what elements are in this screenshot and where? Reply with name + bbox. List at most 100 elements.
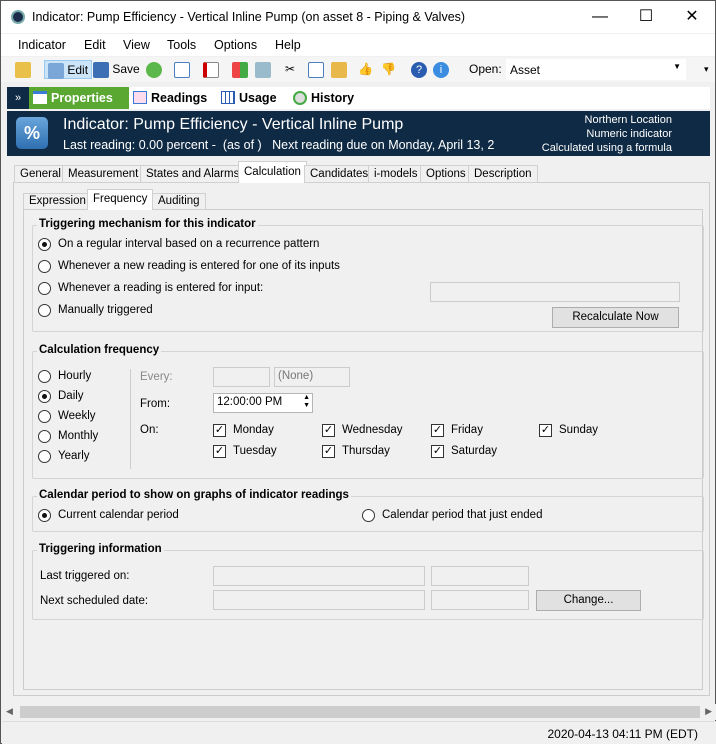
radio-hourly[interactable] [38,370,51,383]
menu-help[interactable]: Help [275,38,301,52]
refresh-icon[interactable] [146,60,162,79]
menu-options[interactable]: Options [214,38,257,52]
subtab-auditing[interactable]: Auditing [152,193,206,210]
radio-daily[interactable] [38,390,51,403]
last-triggered-date[interactable] [213,566,425,586]
label-saturday: Saturday [451,445,498,457]
subtab-frequency[interactable]: Frequency [87,189,154,210]
label-ended-period: Calendar period that just ended [382,509,543,521]
open-folder-icon[interactable] [15,60,31,79]
paste-icon[interactable] [331,60,347,79]
nav-readings[interactable]: Readings [129,87,207,109]
nav-properties[interactable]: Properties [29,87,129,109]
radio-yearly[interactable] [38,450,51,463]
nav-history[interactable]: History [289,87,354,109]
tab-calculation[interactable]: Calculation [238,161,307,183]
nav-usage[interactable]: Usage [217,87,277,109]
menu-bar: Indicator Edit View Tools Options Help [1,34,715,56]
radio-weekly[interactable] [38,410,51,423]
open-label: Open: [469,62,502,76]
window-title: Indicator: Pump Efficiency - Vertical In… [32,10,466,24]
windows-icon[interactable] [232,60,248,79]
link-icon[interactable] [255,60,271,79]
label-monday: Monday [233,424,274,436]
frequency-group: Calculation frequency [32,344,704,479]
copy2-icon[interactable] [308,60,324,79]
tab-measurement[interactable]: Measurement [62,165,145,183]
radio-ended-period[interactable] [362,509,375,522]
divider [130,369,131,469]
horizontal-scrollbar[interactable]: ◀ ▶ [2,704,716,720]
save-icon [93,61,109,78]
check-saturday[interactable]: ✓ [431,445,444,458]
maximize-button[interactable]: ☐ [623,1,669,33]
tab-candidates[interactable]: Candidates [304,165,375,183]
thumbs-up-icon[interactable]: 👍 [358,60,373,79]
title-bar: Indicator: Pump Efficiency - Vertical In… [1,1,715,33]
from-time-field[interactable]: 12:00:00 PM ▲ ▼ [213,393,313,413]
label-sunday: Sunday [559,424,599,436]
menu-view[interactable]: View [123,38,150,52]
menu-edit[interactable]: Edit [84,38,106,52]
check-wednesday[interactable]: ✓ [322,424,335,437]
info-icon[interactable]: i [433,60,449,79]
frequency-title: Calculation frequency [37,344,162,356]
copy-icon[interactable] [174,60,190,79]
label-input: Whenever a reading is entered for input: [58,282,264,294]
radio-new-reading[interactable] [38,260,51,273]
check-sunday[interactable]: ✓ [539,424,552,437]
label-monthly: Monthly [58,430,99,442]
input-select-field[interactable] [430,282,680,302]
menu-indicator[interactable]: Indicator [18,38,66,52]
edit-button[interactable]: Edit [44,60,93,79]
tab-general[interactable]: General [14,165,67,183]
scroll-thumb[interactable] [20,706,700,718]
recalculate-now-button[interactable]: Recalculate Now [552,307,679,328]
close-button[interactable]: ✕ [669,1,715,33]
spinner-icon[interactable]: ▲ ▼ [303,394,310,410]
change-button[interactable]: Change... [536,590,641,611]
radio-manual[interactable] [38,304,51,317]
toolbar: Edit Save ✂ 👍 👎 ? i Open: Asset ▼ ▾ [1,57,715,82]
radio-monthly[interactable] [38,430,51,443]
app-icon [11,10,25,24]
next-scheduled-label: Next scheduled date: [40,595,149,607]
help-icon[interactable]: ? [411,60,427,79]
location: Northern Location [584,114,672,126]
indicator-type: Numeric indicator [586,128,672,140]
menu-tools[interactable]: Tools [167,38,196,52]
tab-description[interactable]: Description [468,165,538,183]
window: Indicator: Pump Efficiency - Vertical In… [0,0,716,744]
minimize-button[interactable]: — [577,1,623,33]
every-field[interactable] [213,367,270,387]
label-interval: On a regular interval based on a recurre… [58,238,320,250]
save-button[interactable]: Save [93,60,140,79]
report-icon[interactable] [203,60,219,79]
tab-options[interactable]: Options [420,165,472,183]
check-monday[interactable]: ✓ [213,424,226,437]
open-dropdown[interactable]: Asset ▼ [506,59,686,80]
subtab-expression[interactable]: Expression [23,193,92,210]
label-current-period: Current calendar period [58,509,179,521]
toolbar-overflow-icon[interactable]: ▾ [704,60,709,79]
cut-icon[interactable]: ✂ [285,60,295,79]
every-unit-field[interactable]: (None) [274,367,350,387]
check-friday[interactable]: ✓ [431,424,444,437]
radio-current-period[interactable] [38,509,51,522]
next-scheduled-date[interactable] [213,590,425,610]
last-triggered-time[interactable] [431,566,529,586]
label-weekly: Weekly [58,410,96,422]
collapse-icon[interactable]: » [7,87,29,109]
calendar-title: Calendar period to show on graphs of ind… [37,489,351,501]
tab-states-alarms[interactable]: States and Alarms [140,165,246,183]
thumbs-down-icon[interactable]: 👎 [381,60,396,79]
next-scheduled-time[interactable] [431,590,529,610]
check-tuesday[interactable]: ✓ [213,445,226,458]
percent-icon: % [16,117,48,149]
tab-i-models[interactable]: i-models [368,165,424,183]
check-thursday[interactable]: ✓ [322,445,335,458]
radio-input[interactable] [38,282,51,295]
label-daily: Daily [58,390,84,402]
triggering-title: Triggering mechanism for this indicator [37,218,258,230]
radio-interval[interactable] [38,238,51,251]
